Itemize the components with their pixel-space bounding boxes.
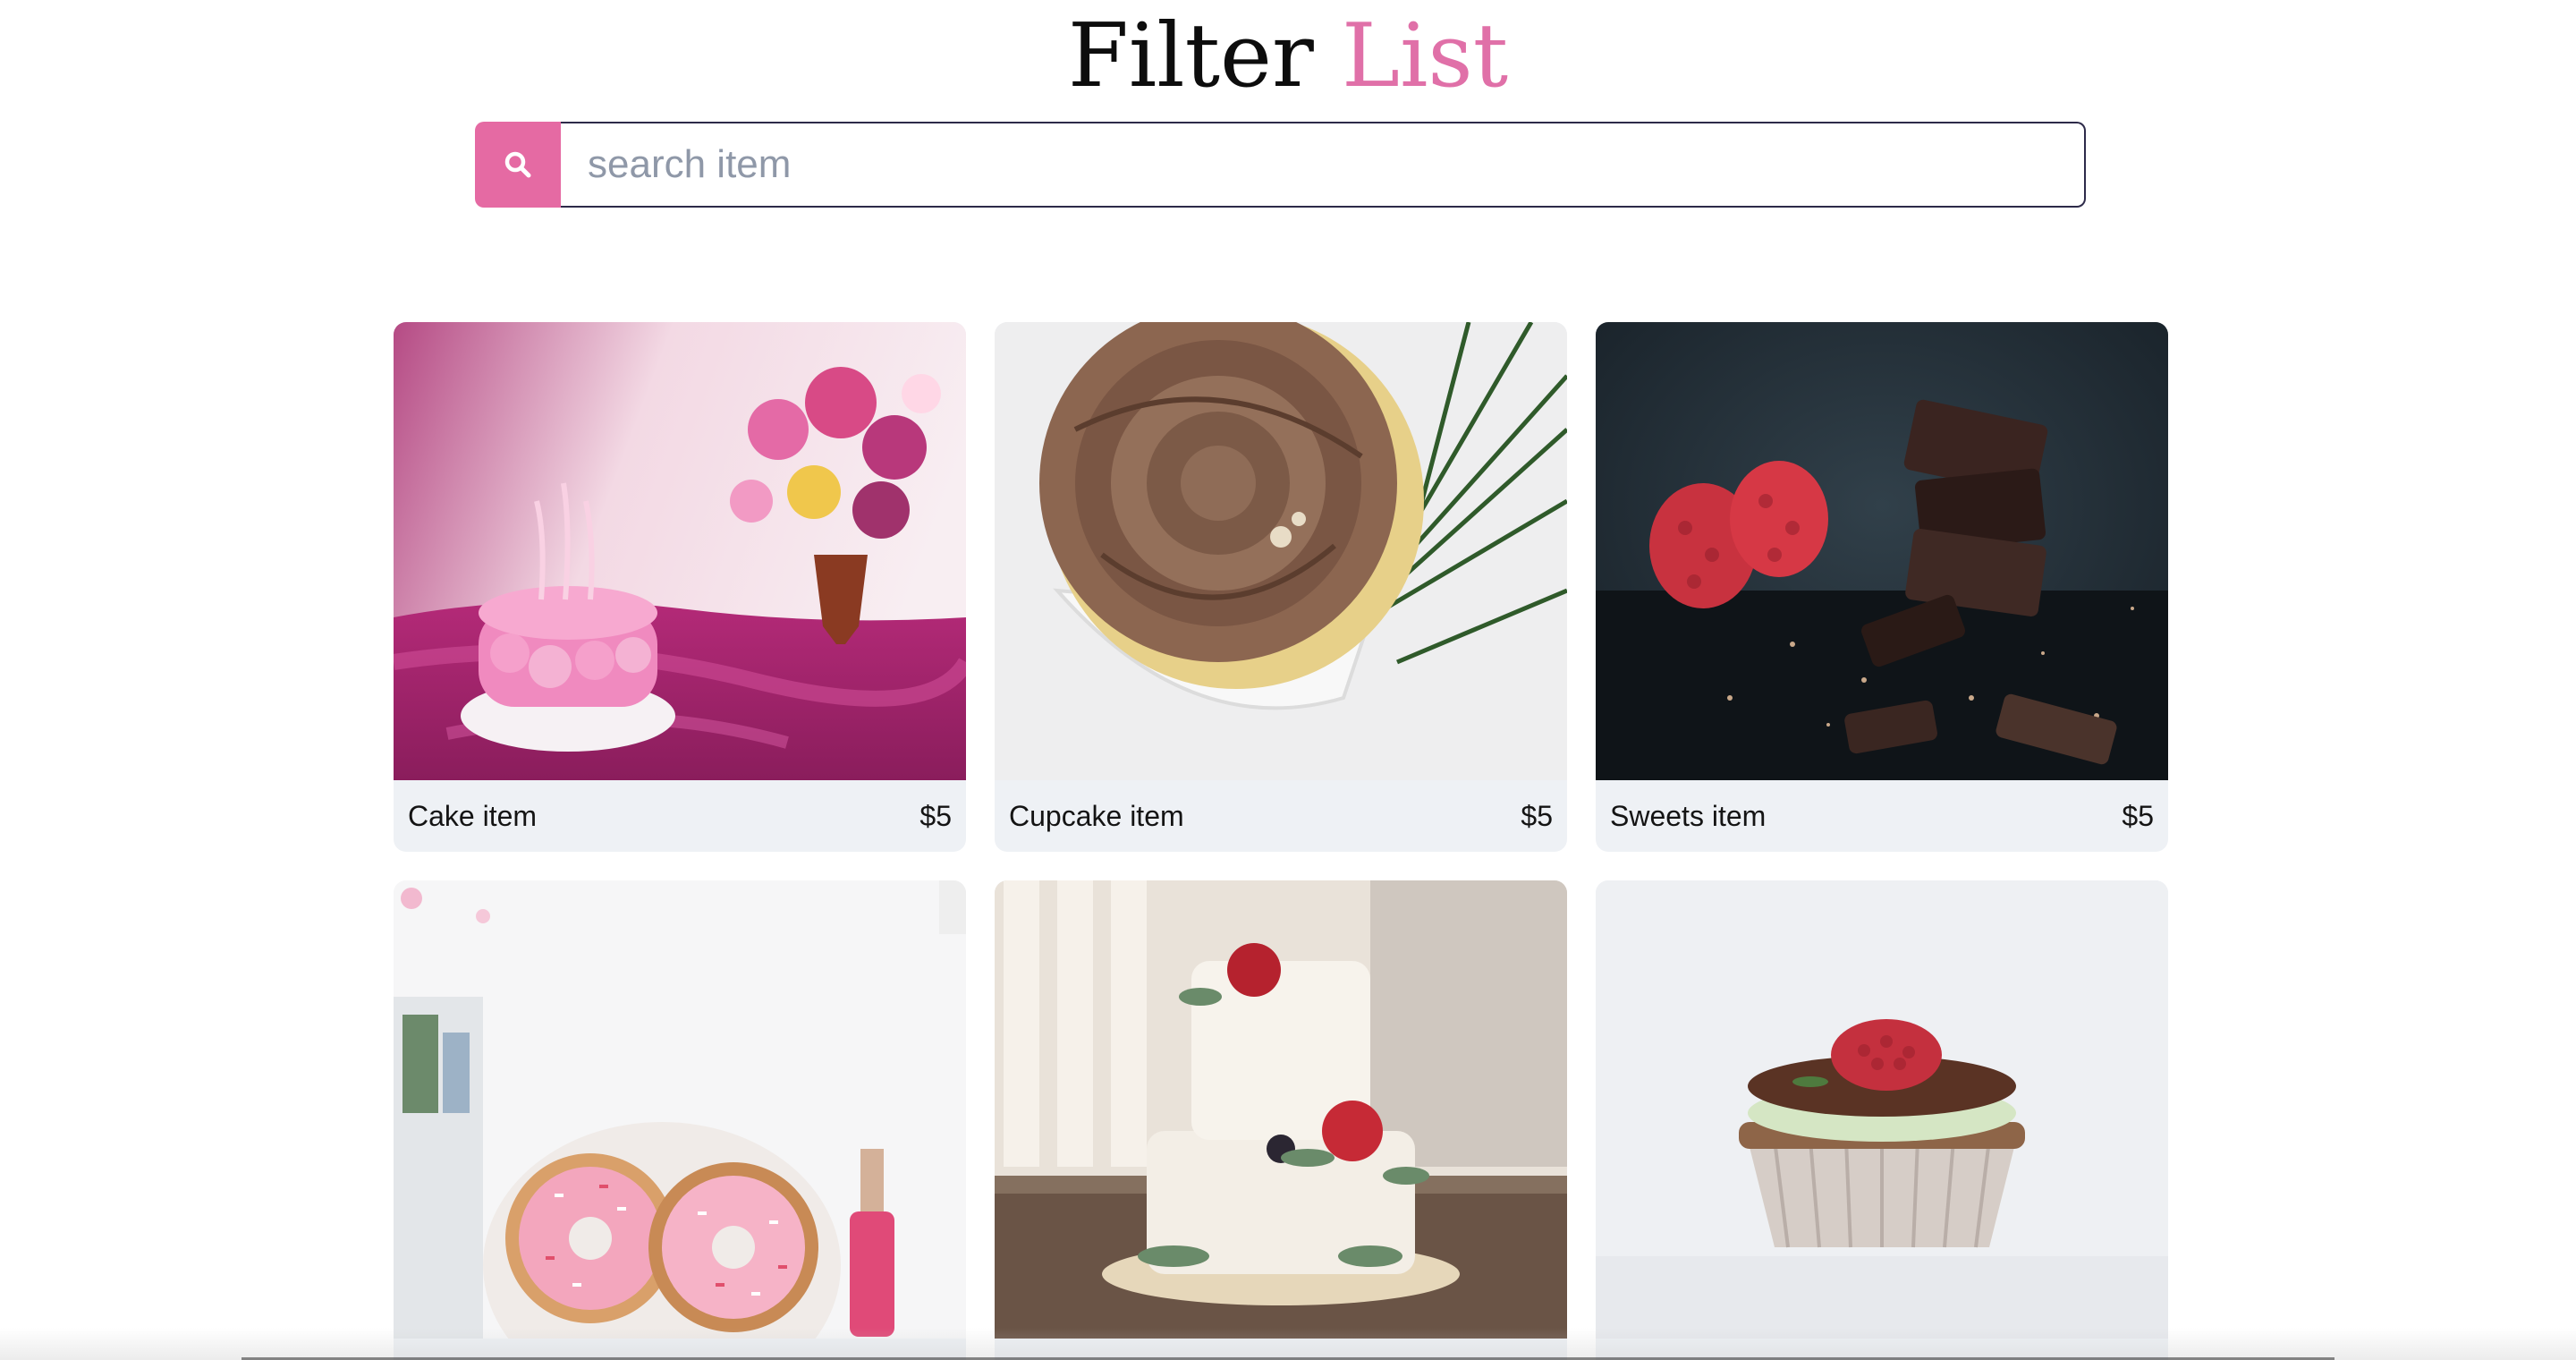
item-card-footer: Sweets item $5 <box>1596 780 2168 852</box>
page-title: Filter List <box>0 4 2576 109</box>
doughnuts-image <box>394 880 966 1339</box>
item-name: Sweets item <box>1610 799 1767 832</box>
item-card[interactable]: Cupcake item $5 <box>995 322 1567 852</box>
item-grid: Cake item $5 Cupcake item $5 Sweets item… <box>394 322 2168 1360</box>
item-card[interactable] <box>394 880 966 1360</box>
tiered-cake-image <box>995 880 1567 1339</box>
item-card[interactable] <box>995 880 1567 1360</box>
item-card[interactable]: Sweets item $5 <box>1596 322 2168 852</box>
item-card[interactable] <box>1596 880 2168 1360</box>
item-price: $5 <box>1521 799 1553 832</box>
item-name: Cake item <box>408 799 538 832</box>
cake-image <box>394 322 966 780</box>
item-card[interactable]: Cake item $5 <box>394 322 966 852</box>
search-bar <box>475 122 2086 208</box>
item-card-footer: Cake item $5 <box>394 780 966 852</box>
page-title-main: Filter <box>1067 5 1314 107</box>
search-button[interactable] <box>475 122 561 208</box>
sweets-image <box>1596 322 2168 780</box>
item-name: Cupcake item <box>1009 799 1184 832</box>
search-input[interactable] <box>561 122 2086 208</box>
raspberry-cupcake-image <box>1596 880 2168 1339</box>
page-title-accent: List <box>1341 5 1509 107</box>
search-icon <box>504 151 531 178</box>
cupcake-image <box>995 322 1567 780</box>
item-card-footer: Cupcake item $5 <box>995 780 1567 852</box>
item-price: $5 <box>919 799 952 832</box>
item-price: $5 <box>2122 799 2154 832</box>
